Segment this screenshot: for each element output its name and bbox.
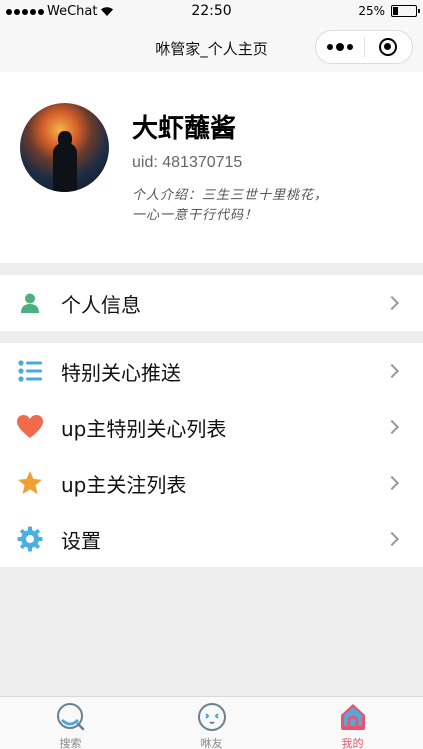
username: 大虾蘸酱 (132, 114, 237, 144)
friend-icon (197, 703, 226, 731)
menu-item-up-follow-list[interactable]: up主关注列表 (0, 455, 423, 511)
battery-icon (391, 5, 420, 17)
profile-card: 大虾蘸酱 uid: 481370715 个人介绍：三生三世十里桃花， 一心一意干… (0, 72, 423, 263)
home-icon (340, 704, 365, 730)
star-icon (17, 470, 43, 496)
tab-friends[interactable]: 咻友 (141, 697, 282, 749)
battery-status: 25% (358, 4, 420, 18)
chevron-right-icon (384, 475, 400, 491)
tab-search[interactable]: 搜索 (0, 697, 141, 749)
chevron-right-icon (384, 363, 400, 379)
profile-intro: 个人介绍：三生三世十里桃花， 一心一意干行代码！ (132, 186, 382, 226)
menu-label: 个人信息 (61, 292, 141, 317)
tab-label: 咻友 (200, 737, 223, 749)
heart-icon (17, 414, 43, 440)
user-id: uid: 481370715 (132, 154, 243, 171)
avatar[interactable] (20, 103, 109, 192)
menu-item-up-special-list[interactable]: up主特别关心列表 (0, 399, 423, 455)
gear-icon (17, 526, 43, 552)
menu-item-personal-info[interactable]: 个人信息 (0, 275, 423, 331)
target-icon (379, 38, 398, 56)
chevron-right-icon (384, 531, 400, 547)
menu-list: 特别关心推送 up主特别关心列表 up主关注列表 设置 (0, 343, 423, 567)
tab-bar: 搜索 咻友 我的 (0, 696, 423, 749)
search-icon (56, 703, 84, 731)
tab-label: 搜索 (59, 737, 82, 749)
more-button[interactable] (316, 42, 364, 51)
tab-label: 我的 (341, 737, 364, 749)
battery-percent: 25% (358, 4, 385, 18)
menu-item-special-push[interactable]: 特别关心推送 (0, 343, 423, 399)
nav-bar: 咻管家_个人主页 (0, 24, 423, 72)
chevron-right-icon (384, 419, 400, 435)
chevron-right-icon (384, 295, 400, 311)
intro-line-1: 个人介绍：三生三世十里桃花， (132, 188, 329, 203)
menu-item-settings[interactable]: 设置 (0, 511, 423, 567)
user-icon (17, 290, 43, 316)
menu-label: 特别关心推送 (61, 360, 181, 385)
list-icon (17, 358, 43, 384)
intro-line-2: 一心一意干行代码！ (132, 208, 259, 223)
tab-mine[interactable]: 我的 (282, 697, 423, 749)
menu-label: up主关注列表 (61, 472, 187, 497)
close-program-button[interactable] (365, 38, 412, 56)
mini-program-capsule (315, 30, 413, 64)
menu-label: 设置 (61, 528, 101, 553)
status-bar: WeChat 22:50 25% (0, 0, 423, 24)
personal-info-card: 个人信息 (0, 275, 423, 331)
menu-label: up主特别关心列表 (61, 416, 227, 441)
